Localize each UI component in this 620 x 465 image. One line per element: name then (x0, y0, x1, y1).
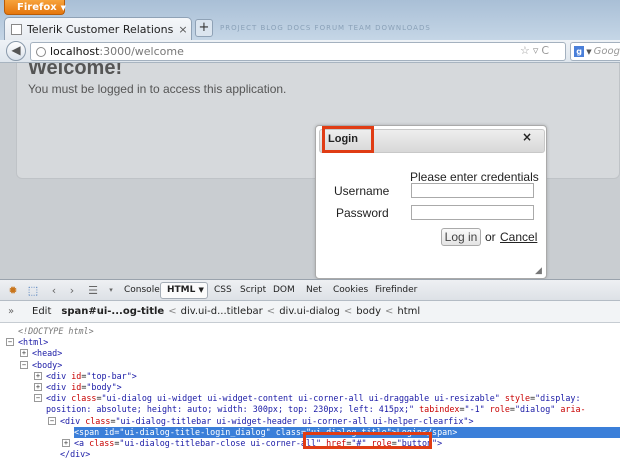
chevron-down-icon: ▼ (198, 286, 204, 294)
chevron-down-icon: ▼ (60, 4, 67, 12)
firebug-bug-icon[interactable]: ✹ (6, 283, 20, 298)
credentials-prompt: Please enter credentials (410, 170, 539, 184)
tree-node-text: <html> (18, 337, 49, 348)
class-highlight-box (303, 432, 432, 449)
tab-firefinder[interactable]: Firefinder (375, 285, 417, 295)
forward-icon[interactable]: › (66, 283, 78, 298)
tree-row[interactable]: − <body> (0, 360, 620, 371)
login-dialog: Login × Please enter credentials Usernam… (315, 125, 547, 279)
tree-row[interactable]: </div> (0, 449, 620, 460)
tree-row[interactable]: <!DOCTYPE html> (0, 326, 620, 337)
search-bar[interactable]: g ▼ Goog (570, 42, 620, 61)
expand-toggle-icon[interactable]: + (34, 383, 42, 391)
browser-tab[interactable]: Telerik Customer Relations Managemen... … (4, 17, 192, 40)
password-field[interactable] (411, 205, 534, 220)
bookmark-star-icon[interactable]: ☆▿C (520, 44, 566, 58)
url-path: :3000/welcome (99, 45, 184, 58)
url-host: localhost (50, 45, 100, 58)
breadcrumb-item[interactable]: div.ui-dialog (279, 306, 340, 317)
tree-node-text: <head> (32, 348, 63, 359)
tree-node-text: <div id="top-bar"> (46, 370, 137, 381)
breadcrumb-item[interactable]: body (356, 306, 381, 317)
tab-dom[interactable]: DOM (273, 285, 295, 295)
tab-css[interactable]: CSS (214, 285, 232, 295)
tab-html[interactable]: HTML ▼ (160, 282, 208, 299)
chevron-down-icon[interactable]: ▾ (106, 283, 116, 298)
bookmarks-ghost-text: PROJECT BLOG DOCS FORUM TEAM DOWNLOADS (220, 24, 431, 32)
back-icon[interactable]: ‹ (48, 283, 60, 298)
tab-net[interactable]: Net (306, 285, 322, 295)
tree-node-text: </div> (60, 449, 91, 460)
tree-row[interactable]: + <div id="top-bar"> (0, 371, 620, 382)
tab-close-icon[interactable]: × (175, 23, 191, 36)
menu-icon[interactable]: ☰ (86, 283, 100, 298)
expand-toggle-icon[interactable]: + (34, 371, 42, 380)
login-button[interactable]: Log in (441, 228, 481, 246)
tab-console[interactable]: Console (124, 285, 160, 295)
tree-node-text: position: absolute; height: auto; width:… (46, 404, 586, 415)
tree-node-text: <!DOCTYPE html> (18, 326, 94, 336)
collapse-toggle-icon[interactable]: − (34, 394, 42, 403)
tab-script[interactable]: Script (240, 285, 266, 295)
collapse-toggle-icon[interactable]: − (6, 338, 14, 347)
page-favicon-icon (11, 23, 22, 35)
tree-node-text: <div class="ui-dialog ui-widget ui-widge… (46, 393, 581, 404)
tree-row[interactable]: + <div id="body"> (0, 382, 620, 393)
tree-node-text: <div class="ui-dialog-titlebar ui-widget… (60, 415, 474, 426)
title-highlight-box (322, 126, 374, 153)
globe-icon (36, 46, 46, 57)
tree-node-text: <body> (32, 359, 63, 370)
collapse-toggle-icon[interactable]: − (20, 360, 28, 369)
tree-row[interactable]: + <head> (0, 348, 620, 359)
tab-html-label: HTML (167, 285, 196, 295)
breadcrumb-item[interactable]: span#ui-...og-title (61, 306, 164, 317)
expand-toggle-icon[interactable]: + (62, 439, 70, 447)
expand-toggle-icon[interactable]: + (20, 349, 28, 358)
edit-button[interactable]: Edit (32, 306, 51, 317)
tab-cookies[interactable]: Cookies (333, 285, 368, 295)
firebug-toolbar: ✹ ⬚ ‹ › ☰ ▾ Console HTML ▼ CSS Script DO… (0, 279, 620, 301)
username-field[interactable] (411, 183, 534, 198)
tree-row[interactable]: − <div class="ui-dialog-titlebar ui-widge… (0, 416, 620, 427)
address-bar[interactable]: localhost:3000/welcome (30, 42, 566, 61)
or-text: or (485, 230, 496, 244)
chevron-down-icon: ▼ (586, 47, 592, 56)
tree-row[interactable]: position: absolute; height: auto; width:… (0, 404, 620, 415)
page-message: You must be logged in to access this app… (28, 82, 287, 96)
new-tab-button[interactable]: + (195, 19, 213, 37)
back-arrow-icon[interactable]: ◀ (6, 41, 26, 61)
search-placeholder: Goog (593, 46, 620, 57)
breadcrumb: » Edit span#ui-...og-title < div.ui-d...… (0, 301, 620, 323)
collapse-toggle-icon[interactable]: − (48, 416, 56, 425)
tree-node-text: <div id="body"> (46, 382, 122, 392)
tree-row[interactable]: − <html> (0, 337, 620, 348)
breadcrumb-item[interactable]: html (397, 306, 420, 317)
cancel-link[interactable]: Cancel (500, 230, 537, 244)
breadcrumb-item[interactable]: div.ui-d...titlebar (181, 306, 263, 317)
username-label: Username (334, 184, 390, 198)
page-title: Welcome! (28, 63, 123, 79)
inspect-icon[interactable]: ⬚ (26, 283, 40, 298)
firefox-menu-button[interactable]: Firefox ▼ (4, 0, 67, 15)
password-label: Password (336, 206, 389, 220)
tab-title: Telerik Customer Relations Managemen... (27, 22, 175, 36)
tree-row[interactable]: − <div class="ui-dialog ui-widget ui-widg… (0, 393, 620, 404)
expand-panel-icon[interactable]: » (0, 306, 22, 317)
resize-handle-icon[interactable]: ◢ (535, 266, 545, 276)
google-icon: g (574, 46, 585, 57)
firefox-menu-label: Firefox (17, 2, 57, 13)
close-icon[interactable]: × (522, 130, 532, 144)
